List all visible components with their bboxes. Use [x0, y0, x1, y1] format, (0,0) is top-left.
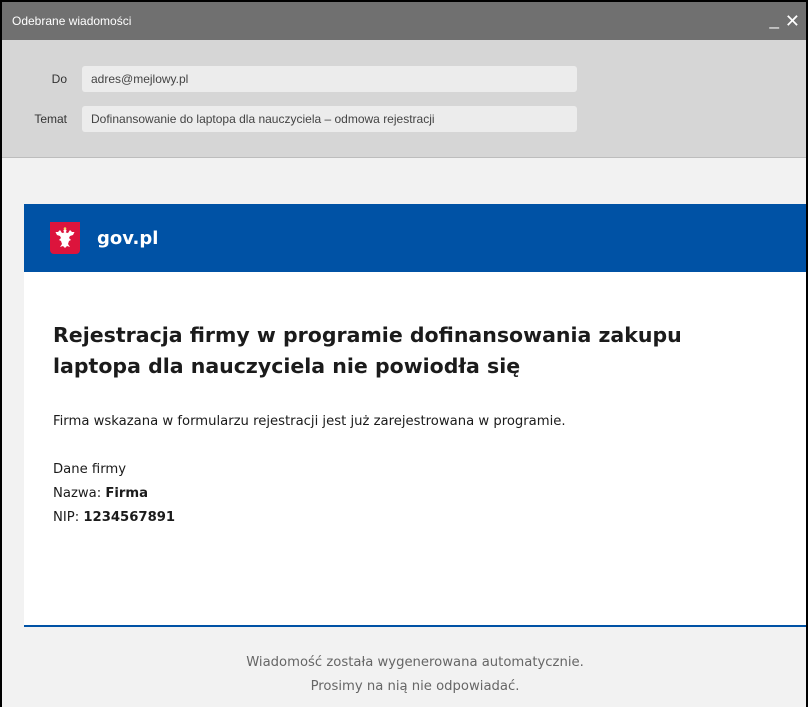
company-name-label: Nazwa:: [53, 486, 106, 501]
brand-name: gov.pl: [97, 227, 159, 249]
message-intro: Firma wskazana w formularzu rejestracji …: [53, 414, 566, 429]
recipient-row: Do adres@mejlowy.pl: [2, 66, 806, 92]
email-window: Odebrane wiadomości _ ✕ Do adres@mejlowy…: [0, 0, 808, 707]
company-nip-label: NIP:: [53, 510, 84, 525]
message-heading: Rejestracja firmy w programie dofinansow…: [53, 323, 682, 378]
message-content: Rejestracja firmy w programie dofinansow…: [24, 272, 806, 627]
company-nip-value: 1234567891: [83, 510, 176, 525]
footer-line-2: Prosimy na nią nie odpowiadać.: [310, 679, 520, 694]
footer-line-1: Wiadomość została wygenerowana automatyc…: [246, 655, 584, 670]
recipient-field[interactable]: adres@mejlowy.pl: [82, 66, 577, 92]
company-nip-line: NIP: 1234567891: [53, 506, 776, 530]
message-body: gov.pl Rejestracja firmy w programie dof…: [24, 204, 806, 699]
window-controls: _ ✕: [769, 11, 800, 31]
close-icon[interactable]: ✕: [785, 12, 800, 30]
subject-field[interactable]: Dofinansowanie do laptopa dla nauczyciel…: [82, 106, 577, 132]
message-footer: Wiadomość została wygenerowana automatyc…: [24, 627, 806, 699]
recipient-label: Do: [51, 72, 67, 86]
company-name-line: Nazwa: Firma: [53, 482, 776, 506]
window-titlebar: Odebrane wiadomości _ ✕: [2, 2, 806, 40]
subject-label: Temat: [34, 112, 67, 126]
gov-banner: gov.pl: [24, 204, 806, 272]
polish-eagle-emblem-icon: [50, 222, 80, 254]
company-name-value: Firma: [105, 486, 149, 501]
minimize-icon[interactable]: _: [769, 11, 778, 28]
window-title: Odebrane wiadomości: [12, 14, 132, 28]
message-headers: Do adres@mejlowy.pl Temat Dofinansowanie…: [2, 40, 806, 158]
subject-row: Temat Dofinansowanie do laptopa dla nauc…: [2, 106, 806, 132]
company-section-label: Dane firmy: [53, 462, 127, 477]
